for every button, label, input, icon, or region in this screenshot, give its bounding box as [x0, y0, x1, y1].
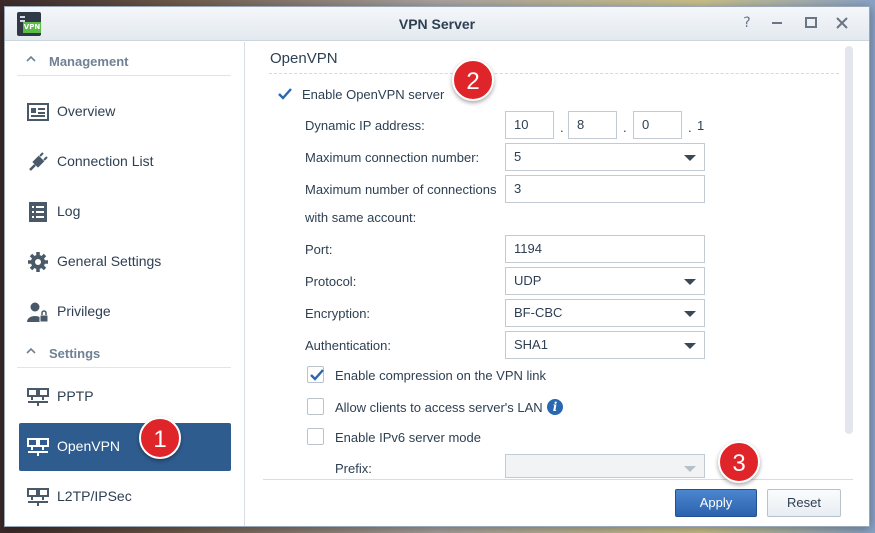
sidebar-item-log[interactable]: Log: [19, 188, 231, 236]
sidebar-item-openvpn[interactable]: OpenVPN: [19, 423, 231, 471]
network-icon: [27, 388, 49, 406]
vertical-scrollbar[interactable]: [845, 46, 853, 434]
authentication-value: SHA1: [514, 337, 548, 352]
openvpn-settings-panel: OpenVPN Enable OpenVPN server Dynamic IP…: [247, 42, 869, 526]
ip-octet-1-input[interactable]: 10: [505, 111, 554, 139]
minimize-icon[interactable]: [769, 15, 785, 31]
annotation-badge-1: 1: [139, 417, 181, 459]
ip-octet-2-input[interactable]: 8: [568, 111, 617, 139]
reset-button[interactable]: Reset: [767, 489, 841, 517]
enable-openvpn-checkbox[interactable]: [275, 85, 292, 102]
ipv6-label: Enable IPv6 server mode: [335, 430, 481, 445]
ipv6-checkbox[interactable]: [307, 428, 324, 445]
page-title: OpenVPN: [270, 50, 338, 67]
prefix-label: Prefix:: [335, 461, 372, 476]
section-header-management[interactable]: Management: [17, 48, 231, 76]
encryption-value: BF-CBC: [514, 305, 563, 320]
dynamic-ip-label: Dynamic IP address:: [305, 118, 425, 133]
lan-access-checkbox[interactable]: [307, 398, 324, 415]
ip-dot: .: [560, 120, 564, 135]
port-label: Port:: [305, 242, 333, 257]
max-same-account-label-line2: with same account:: [305, 210, 417, 225]
dropdown-arrow-icon: [684, 466, 696, 472]
max-connections-label: Maximum connection number:: [305, 150, 480, 165]
encryption-select[interactable]: BF-CBC: [505, 299, 705, 327]
sidebar-item-l2tp-ipsec[interactable]: L2TP/IPSec: [19, 473, 231, 521]
dropdown-arrow-icon: [684, 311, 696, 317]
log-icon: [29, 202, 47, 222]
sidebar: Management Overview Connection List Log …: [5, 42, 245, 526]
sidebar-item-connection-list[interactable]: Connection List: [19, 138, 231, 186]
compression-checkbox[interactable]: [307, 366, 324, 383]
overview-icon: [27, 103, 49, 121]
prefix-select[interactable]: [505, 454, 705, 478]
annotation-badge-2: 2: [452, 59, 494, 101]
section-label: Management: [49, 54, 129, 69]
lan-access-label: Allow clients to access server's LAN: [335, 400, 543, 415]
network-icon: [27, 488, 49, 506]
section-label: Settings: [49, 346, 101, 361]
sidebar-item-label: PPTP: [57, 388, 94, 404]
encryption-label: Encryption:: [305, 306, 371, 321]
ip-dot: .: [688, 120, 692, 135]
max-same-account-label: Maximum number of connections: [305, 182, 497, 197]
sidebar-item-label: General Settings: [57, 253, 162, 269]
title-bar[interactable]: VPN VPN Server ?: [5, 7, 869, 41]
help-icon[interactable]: ?: [739, 15, 755, 31]
checkmark-icon: [278, 88, 292, 100]
max-connections-select[interactable]: 5: [505, 143, 705, 171]
sidebar-item-label: Log: [57, 203, 81, 219]
sidebar-item-label: Privilege: [57, 303, 111, 319]
annotation-badge-3: 3: [718, 441, 760, 483]
protocol-select[interactable]: UDP: [505, 267, 705, 295]
footer-divider: [263, 479, 853, 480]
chevron-up-icon: [26, 55, 36, 62]
ip-octet-4-value: 1: [697, 118, 705, 133]
authentication-select[interactable]: SHA1: [505, 331, 705, 359]
compression-label: Enable compression on the VPN link: [335, 368, 547, 383]
max-connections-value: 5: [514, 149, 522, 164]
sidebar-item-general-settings[interactable]: General Settings: [19, 238, 231, 286]
sidebar-item-overview[interactable]: Overview: [19, 88, 231, 136]
protocol-label: Protocol:: [305, 274, 357, 289]
dropdown-arrow-icon: [684, 279, 696, 285]
authentication-label: Authentication:: [305, 338, 392, 353]
sidebar-item-pptp[interactable]: PPTP: [19, 373, 231, 421]
dropdown-arrow-icon: [684, 343, 696, 349]
checkmark-icon: [310, 369, 324, 381]
apply-button[interactable]: Apply: [675, 489, 757, 517]
enable-openvpn-label: Enable OpenVPN server: [302, 87, 445, 102]
sidebar-item-label: Overview: [57, 103, 116, 119]
network-icon: [27, 438, 49, 456]
title-divider: [269, 73, 839, 74]
ip-dot: .: [623, 120, 627, 135]
chevron-up-icon: [26, 347, 36, 354]
dropdown-arrow-icon: [684, 155, 696, 161]
maximize-icon[interactable]: [803, 15, 819, 31]
section-header-settings[interactable]: Settings: [17, 340, 231, 368]
close-icon[interactable]: [834, 15, 850, 31]
gear-icon: [28, 252, 48, 272]
sidebar-item-label: Connection List: [57, 153, 154, 169]
info-icon[interactable]: i: [547, 399, 563, 415]
sidebar-item-label: OpenVPN: [57, 438, 121, 454]
sidebar-item-label: L2TP/IPSec: [57, 488, 132, 504]
user-lock-icon: [27, 302, 49, 323]
sidebar-item-privilege[interactable]: Privilege: [19, 288, 231, 336]
ip-octet-3-input[interactable]: 0: [633, 111, 682, 139]
plug-icon: [29, 152, 48, 171]
max-same-account-input[interactable]: 3: [505, 175, 705, 203]
protocol-value: UDP: [514, 273, 542, 288]
port-input[interactable]: 1194: [505, 235, 705, 263]
